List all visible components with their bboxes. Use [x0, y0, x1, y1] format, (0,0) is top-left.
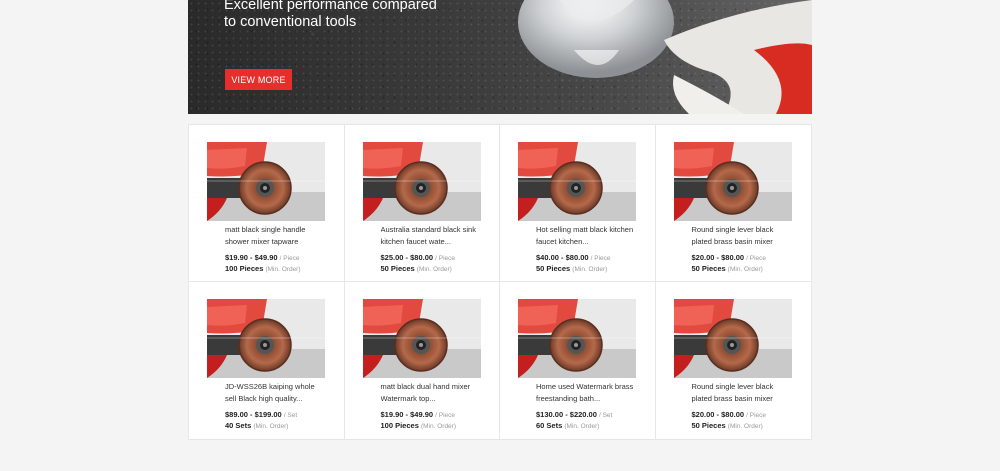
- moq-row: 100 Pieces (Min. Order): [225, 264, 301, 273]
- view-more-button[interactable]: VIEW MORE: [225, 69, 292, 90]
- min-order-note: (Min. Order): [572, 266, 608, 273]
- product-title[interactable]: JD-WSS26B kaiping whole sell Black high …: [225, 381, 325, 404]
- product-title[interactable]: matt black single handle shower mixer ta…: [225, 224, 325, 247]
- product-title[interactable]: Australia standard black sink kitchen fa…: [381, 224, 481, 247]
- price-row: $130.00 - $220.00 / Set: [536, 410, 612, 419]
- product-image[interactable]: [363, 142, 481, 221]
- product-image[interactable]: [674, 299, 792, 378]
- product-title[interactable]: Round single lever black plated brass ba…: [692, 224, 792, 247]
- product-image[interactable]: [674, 142, 792, 221]
- product-price: $19.90 - $49.90: [225, 253, 278, 262]
- moq-row: 40 Sets (Min. Order): [225, 421, 288, 430]
- min-order-note: (Min. Order): [253, 423, 289, 430]
- moq-row: 50 Pieces (Min. Order): [692, 421, 763, 430]
- promo-banner: Excellent performance compared to conven…: [188, 0, 812, 114]
- min-order-note: (Min. Order): [420, 423, 456, 430]
- price-unit: / Piece: [279, 255, 300, 262]
- min-order-note: (Min. Order): [727, 266, 763, 273]
- moq-row: 50 Pieces (Min. Order): [692, 264, 763, 273]
- product-card[interactable]: Round single lever black plated brass ba…: [655, 125, 811, 282]
- product-title[interactable]: Hot selling matt black kitchen faucet ki…: [536, 224, 636, 247]
- moq-row: 60 Sets (Min. Order): [536, 421, 599, 430]
- price-unit: / Piece: [590, 255, 611, 262]
- banner-product-image: [518, 0, 812, 114]
- product-card[interactable]: Hot selling matt black kitchen faucet ki…: [500, 125, 656, 282]
- price-unit: / Piece: [746, 255, 767, 262]
- product-image[interactable]: [363, 299, 481, 378]
- product-card[interactable]: matt black single handle shower mixer ta…: [189, 125, 345, 282]
- min-order-note: (Min. Order): [727, 423, 763, 430]
- product-price: $20.00 - $80.00: [691, 410, 745, 419]
- min-order-qty: 50 Pieces: [691, 264, 726, 273]
- min-order-qty: 100 Pieces: [225, 264, 264, 273]
- price-unit: / Piece: [435, 255, 456, 262]
- min-order-note: (Min. Order): [416, 266, 452, 273]
- moq-row: 50 Pieces (Min. Order): [536, 264, 607, 273]
- price-row: $19.90 - $49.90 / Piece: [381, 410, 456, 419]
- product-title[interactable]: Home used Watermark brass freestanding b…: [536, 381, 636, 404]
- price-row: $20.00 - $80.00 / Piece: [692, 410, 767, 419]
- banner-title: Excellent performance compared to conven…: [224, 0, 437, 30]
- product-card[interactable]: matt black dual hand mixer Watermark top…: [344, 282, 500, 439]
- product-price: $25.00 - $80.00: [380, 253, 434, 262]
- product-price: $89.00 - $199.00: [225, 410, 282, 419]
- product-image[interactable]: [207, 299, 325, 378]
- min-order-qty: 100 Pieces: [380, 421, 419, 430]
- product-price: $20.00 - $80.00: [691, 253, 745, 262]
- product-image[interactable]: [207, 142, 325, 221]
- moq-row: 50 Pieces (Min. Order): [381, 264, 452, 273]
- product-price: $40.00 - $80.00: [536, 253, 589, 262]
- price-unit: / Set: [598, 412, 613, 419]
- product-grid: matt black single handle shower mixer ta…: [188, 124, 812, 440]
- product-price: $19.90 - $49.90: [380, 410, 434, 419]
- min-order-note: (Min. Order): [564, 423, 600, 430]
- product-title[interactable]: Round single lever black plated brass ba…: [692, 381, 792, 404]
- moq-row: 100 Pieces (Min. Order): [381, 421, 457, 430]
- price-unit: / Piece: [746, 412, 767, 419]
- min-order-qty: 50 Pieces: [380, 264, 415, 273]
- price-row: $40.00 - $80.00 / Piece: [536, 253, 611, 262]
- product-card[interactable]: Home used Watermark brass freestanding b…: [500, 282, 656, 439]
- min-order-note: (Min. Order): [265, 266, 301, 273]
- product-price: $130.00 - $220.00: [536, 410, 597, 419]
- min-order-qty: 50 Pieces: [691, 421, 726, 430]
- product-title[interactable]: matt black dual hand mixer Watermark top…: [381, 381, 481, 404]
- price-unit: / Piece: [435, 412, 456, 419]
- product-image[interactable]: [518, 299, 636, 378]
- min-order-qty: 40 Sets: [225, 421, 252, 430]
- price-row: $89.00 - $199.00 / Set: [225, 410, 297, 419]
- product-card[interactable]: JD-WSS26B kaiping whole sell Black high …: [189, 282, 345, 439]
- price-row: $19.90 - $49.90 / Piece: [225, 253, 300, 262]
- price-row: $20.00 - $80.00 / Piece: [692, 253, 767, 262]
- product-card[interactable]: Round single lever black plated brass ba…: [655, 282, 811, 439]
- price-unit: / Set: [283, 412, 298, 419]
- min-order-qty: 60 Sets: [536, 421, 563, 430]
- product-image[interactable]: [518, 142, 636, 221]
- min-order-qty: 50 Pieces: [536, 264, 571, 273]
- price-row: $25.00 - $80.00 / Piece: [381, 253, 456, 262]
- product-card[interactable]: Australia standard black sink kitchen fa…: [344, 125, 500, 282]
